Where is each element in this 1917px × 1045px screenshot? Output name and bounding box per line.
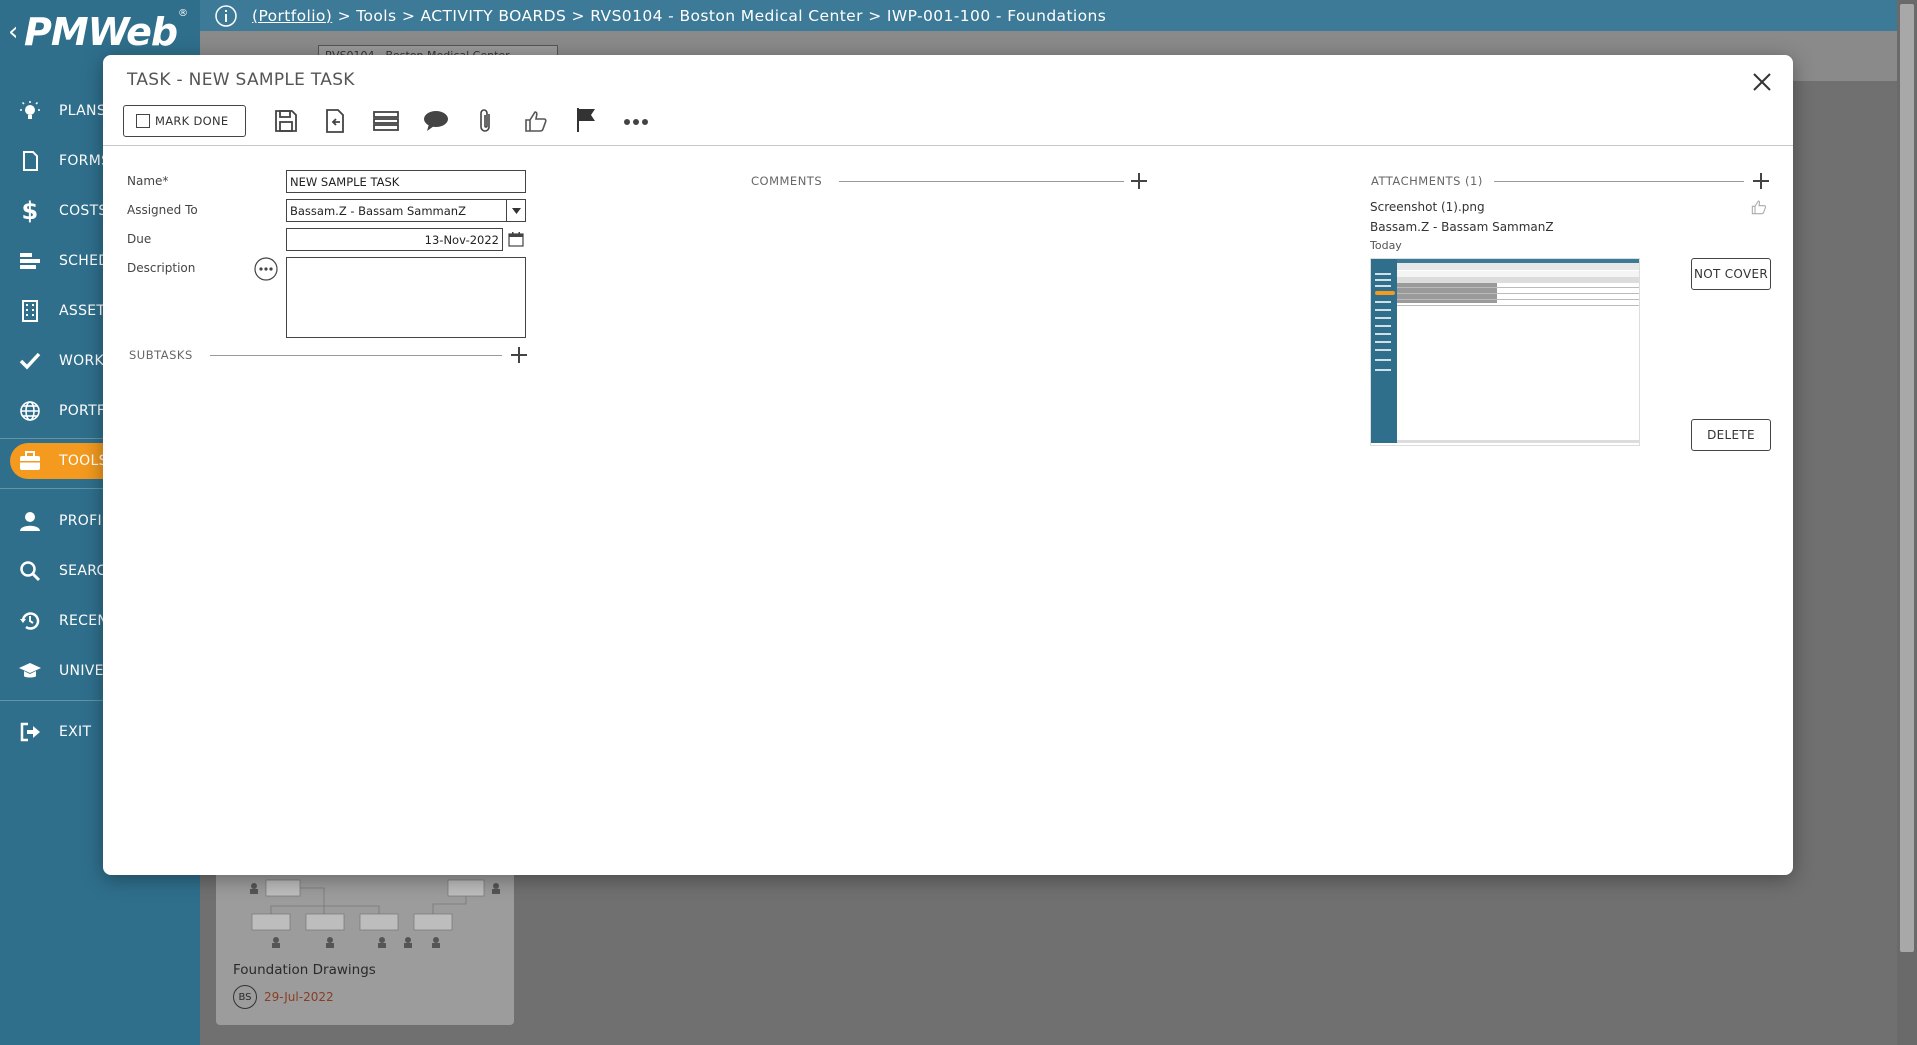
schedule-bars-icon [16, 247, 44, 275]
card-date: 29-Jul-2022 [264, 990, 334, 1004]
attachment-date: Today [1370, 239, 1402, 252]
document-icon [16, 147, 44, 175]
toolbar-divider [103, 145, 1793, 146]
name-field[interactable]: NEW SAMPLE TASK [286, 170, 526, 193]
card-title: Foundation Drawings [233, 962, 376, 978]
page-scrollbar[interactable] [1897, 0, 1917, 1045]
name-label: Name* [127, 174, 169, 188]
globe-icon [16, 397, 44, 425]
history-icon [16, 607, 44, 635]
sidebar-item-label: PLANS [59, 103, 106, 119]
attachment-like-icon[interactable] [1751, 199, 1767, 215]
attachment-paperclip-icon[interactable] [471, 106, 501, 136]
subtasks-heading: SUBTASKS [129, 348, 193, 362]
add-comment-plus-icon[interactable] [1129, 171, 1149, 191]
sidebar-item-label: EXIT [59, 724, 92, 740]
avatar: BS [233, 985, 257, 1009]
logo-text: PMWeb [24, 10, 178, 54]
assigned-to-label: Assigned To [127, 203, 198, 217]
checkmark-icon [16, 347, 44, 375]
mark-done-button[interactable]: MARK DONE [123, 105, 246, 137]
more-options-icon[interactable] [621, 107, 651, 137]
attachment-file-name[interactable]: Screenshot (1).png [1370, 200, 1485, 214]
task-dialog: TASK - NEW SAMPLE TASK MARK DONE Name* N… [103, 55, 1793, 875]
graduation-cap-icon [16, 657, 44, 685]
comments-heading: COMMENTS [751, 174, 823, 188]
exit-icon [16, 718, 44, 746]
lightbulb-icon [16, 97, 44, 125]
sidebar-item-label: TOOLS [59, 453, 108, 469]
sidebar-item-label: COSTS [59, 203, 108, 219]
registered-mark: ® [178, 8, 188, 19]
list-details-icon[interactable] [371, 106, 401, 136]
mark-done-checkbox[interactable] [136, 114, 150, 128]
chevron-down-icon[interactable] [506, 200, 525, 221]
delete-attachment-button[interactable]: DELETE [1691, 419, 1771, 451]
building-icon [16, 297, 44, 325]
dialog-toolbar: MARK DONE [123, 104, 246, 138]
assigned-to-value: Bassam.Z - Bassam SammanZ [290, 203, 466, 218]
comment-icon[interactable] [421, 106, 451, 136]
description-textarea[interactable] [286, 257, 526, 338]
activity-card[interactable]: Foundation Drawings BS 29-Jul-2022 [216, 868, 514, 1025]
calendar-icon[interactable] [508, 231, 524, 247]
attachment-uploaded-by: Bassam.Z - Bassam SammanZ [1370, 220, 1554, 234]
add-subtask-plus-icon[interactable] [509, 345, 529, 365]
flag-icon[interactable] [571, 105, 601, 135]
scrollbar-thumb[interactable] [1900, 4, 1914, 952]
add-attachment-plus-icon[interactable] [1751, 171, 1771, 191]
breadcrumb-path: > Tools > ACTIVITY BOARDS > RVS0104 - Bo… [332, 6, 1107, 25]
attachment-thumbnail-image[interactable] [1370, 258, 1640, 446]
back-chevron-icon[interactable]: ‹ [8, 19, 18, 45]
attachments-heading: ATTACHMENTS (1) [1371, 174, 1483, 188]
info-icon[interactable] [214, 4, 238, 28]
dialog-title: TASK - NEW SAMPLE TASK [127, 70, 355, 90]
comments-divider [839, 181, 1124, 182]
sidebar-item-label: SCHED [59, 253, 110, 269]
description-label: Description [127, 261, 196, 275]
toolbox-icon [16, 447, 44, 475]
attachments-divider [1494, 181, 1744, 182]
org-diagram-thumbnail [250, 879, 500, 948]
mark-done-label: MARK DONE [155, 114, 229, 128]
search-icon [16, 557, 44, 585]
subtasks-divider [210, 355, 502, 356]
breadcrumb: (Portfolio) > Tools > ACTIVITY BOARDS > … [200, 0, 1897, 31]
due-date-field[interactable]: 13-Nov-2022 [286, 228, 503, 251]
not-cover-button[interactable]: NOT COVER [1691, 258, 1771, 290]
thumbs-up-icon[interactable] [521, 106, 551, 136]
breadcrumb-portfolio-link[interactable]: (Portfolio) [252, 7, 332, 25]
dollar-icon: $ [21, 197, 39, 225]
close-icon[interactable] [1750, 70, 1774, 94]
save-and-exit-icon[interactable] [321, 106, 351, 136]
save-icon[interactable] [271, 106, 301, 136]
pmweb-logo[interactable]: ‹ PMWeb ® [8, 8, 193, 54]
due-label: Due [127, 232, 152, 246]
assigned-to-select[interactable]: Bassam.Z - Bassam SammanZ [286, 199, 526, 222]
description-more-icon[interactable] [254, 257, 278, 281]
person-icon [16, 507, 44, 535]
